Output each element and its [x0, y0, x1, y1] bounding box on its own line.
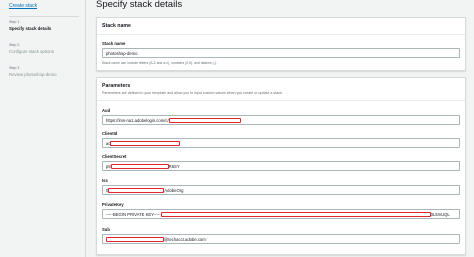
create-stack-link[interactable]: Create stack	[9, 3, 37, 9]
stack-name-panel-header: Stack name	[102, 23, 131, 29]
step-3-title: Review photoshop-demo	[9, 71, 57, 77]
redaction-box	[110, 163, 169, 169]
privatekey-value-prefix: -----BEGIN PRIVATE KEY-----	[106, 211, 161, 217]
sub-label: Sub	[102, 227, 110, 232]
stack-name-input[interactable]: photoshop-demo	[102, 48, 460, 58]
step-1-number: Step 1	[9, 20, 20, 24]
sub-value-suffix: @techacct.adobe.com	[164, 236, 206, 242]
redaction-box	[160, 211, 431, 217]
step-3-number: Step 3	[9, 66, 20, 70]
stack-name-label: Stack name	[102, 41, 126, 46]
iss-value-suffix: AdobeOrg	[164, 187, 184, 193]
page-scrollbar[interactable]	[470, 0, 474, 257]
step-1[interactable]: Step 1 Specify stack details	[9, 20, 85, 31]
stack-name-hint: Stack name can include letters (A-Z and …	[102, 61, 217, 65]
privatekey-input[interactable]: -----BEGIN PRIVATE KEY----- 0L5mUQL	[102, 209, 460, 219]
step-1-title: Specify stack details	[9, 25, 52, 31]
parameters-panel: Parameters Parameters are defined in you…	[96, 77, 466, 255]
aud-label: Aud	[102, 108, 111, 113]
parameters-description: Parameters are defined in your template …	[102, 91, 283, 95]
iss-label: Iss	[102, 178, 108, 183]
panel-divider	[97, 34, 465, 35]
clientid-input[interactable]: ac	[102, 138, 460, 148]
wizard-sidebar: Create stack Step 1 Specify stack detail…	[0, 0, 86, 257]
clientsecret-value-prefix: p8	[106, 163, 111, 169]
sub-input[interactable]: @techacct.adobe.com	[102, 234, 460, 244]
page-title: Specify stack details	[96, 0, 183, 10]
step-2-title: Configure stack options	[9, 48, 54, 54]
redaction-box	[110, 140, 181, 146]
stack-name-value: photoshop-demo	[106, 50, 138, 56]
aud-value-prefix: https://ims-na1.adobelogin.com/c/	[106, 117, 169, 123]
aud-input[interactable]: https://ims-na1.adobelogin.com/c/	[102, 115, 460, 125]
stack-name-panel: Stack name Stack name photoshop-demo Sta…	[96, 17, 466, 71]
privatekey-value-suffix: 0L5mUQL	[430, 211, 450, 217]
sidebar-divider	[9, 16, 79, 17]
redaction-box	[108, 187, 165, 193]
panel-divider	[97, 100, 465, 101]
step-2-number: Step 2	[9, 43, 20, 47]
iss-input[interactable]: 0 AdobeOrg	[102, 185, 460, 195]
clientsecret-label: ClientSecret	[102, 154, 127, 159]
privatekey-label: PrivateKey	[102, 202, 124, 207]
step-3: Step 3 Review photoshop-demo	[9, 66, 85, 77]
main-content: Specify stack details Stack name Stack n…	[96, 0, 466, 257]
clientsecret-input[interactable]: p8 R6SY	[102, 161, 460, 171]
step-2: Step 2 Configure stack options	[9, 43, 85, 54]
parameters-panel-header: Parameters	[102, 83, 131, 89]
redaction-box	[106, 236, 164, 242]
redaction-box	[168, 117, 241, 123]
clientid-label: ClientId	[102, 131, 118, 136]
clientsecret-value-suffix: R6SY	[168, 163, 180, 169]
